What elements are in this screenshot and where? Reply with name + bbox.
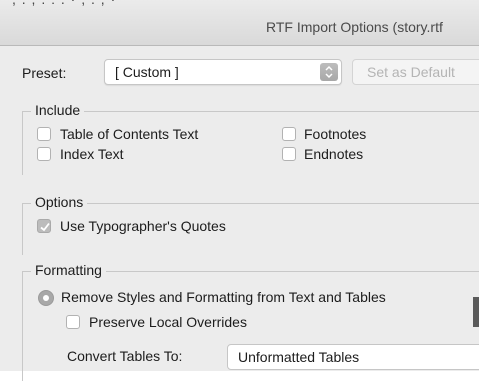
index-text-label: Index Text bbox=[60, 146, 124, 162]
preset-value: [ Custom ] bbox=[115, 64, 179, 80]
remove-styles-label: Remove Styles and Formatting from Text a… bbox=[61, 289, 386, 305]
endnotes-checkbox[interactable] bbox=[282, 147, 296, 161]
clipped-text: , . , . : . · , . , · bbox=[12, 0, 116, 7]
footnotes-checkbox[interactable] bbox=[282, 127, 296, 141]
window-title: RTF Import Options (story.rtf bbox=[266, 19, 443, 35]
table-of-contents-checkbox[interactable] bbox=[37, 127, 51, 141]
window-edge bbox=[473, 297, 479, 327]
index-text-checkbox[interactable] bbox=[37, 147, 51, 161]
preset-label: Preset: bbox=[22, 65, 67, 81]
rtf-import-dialog: , . , . : . · , . , · RTF Import Options… bbox=[0, 0, 479, 381]
options-group-title: Options bbox=[31, 194, 88, 210]
table-of-contents-label: Table of Contents Text bbox=[60, 126, 199, 142]
formatting-group-title: Formatting bbox=[31, 262, 106, 278]
up-down-arrows-icon bbox=[320, 63, 338, 81]
set-as-default-button[interactable]: Set as Default bbox=[352, 59, 479, 85]
remove-styles-radio[interactable] bbox=[38, 290, 54, 306]
preset-dropdown[interactable]: [ Custom ] bbox=[104, 59, 342, 85]
preserve-local-overrides-label: Preserve Local Overrides bbox=[89, 314, 247, 330]
convert-tables-value: Unformatted Tables bbox=[238, 349, 360, 365]
dialog-content: Preset: [ Custom ] Set as Default Includ… bbox=[0, 47, 479, 381]
preserve-local-overrides-checkbox[interactable] bbox=[66, 315, 80, 329]
typographers-quotes-checkbox[interactable] bbox=[37, 219, 51, 233]
title-bar: , . , . : . · , . , · RTF Import Options… bbox=[0, 0, 479, 46]
convert-tables-dropdown[interactable]: Unformatted Tables bbox=[227, 344, 479, 370]
include-group: Include bbox=[22, 102, 479, 175]
convert-tables-label: Convert Tables To: bbox=[67, 348, 183, 364]
radio-selected-dot bbox=[43, 295, 49, 301]
include-group-title: Include bbox=[31, 102, 85, 118]
footnotes-label: Footnotes bbox=[304, 126, 367, 142]
checkmark-icon bbox=[40, 222, 50, 232]
endnotes-label: Endnotes bbox=[304, 146, 364, 162]
typographers-quotes-label: Use Typographer's Quotes bbox=[60, 218, 226, 234]
